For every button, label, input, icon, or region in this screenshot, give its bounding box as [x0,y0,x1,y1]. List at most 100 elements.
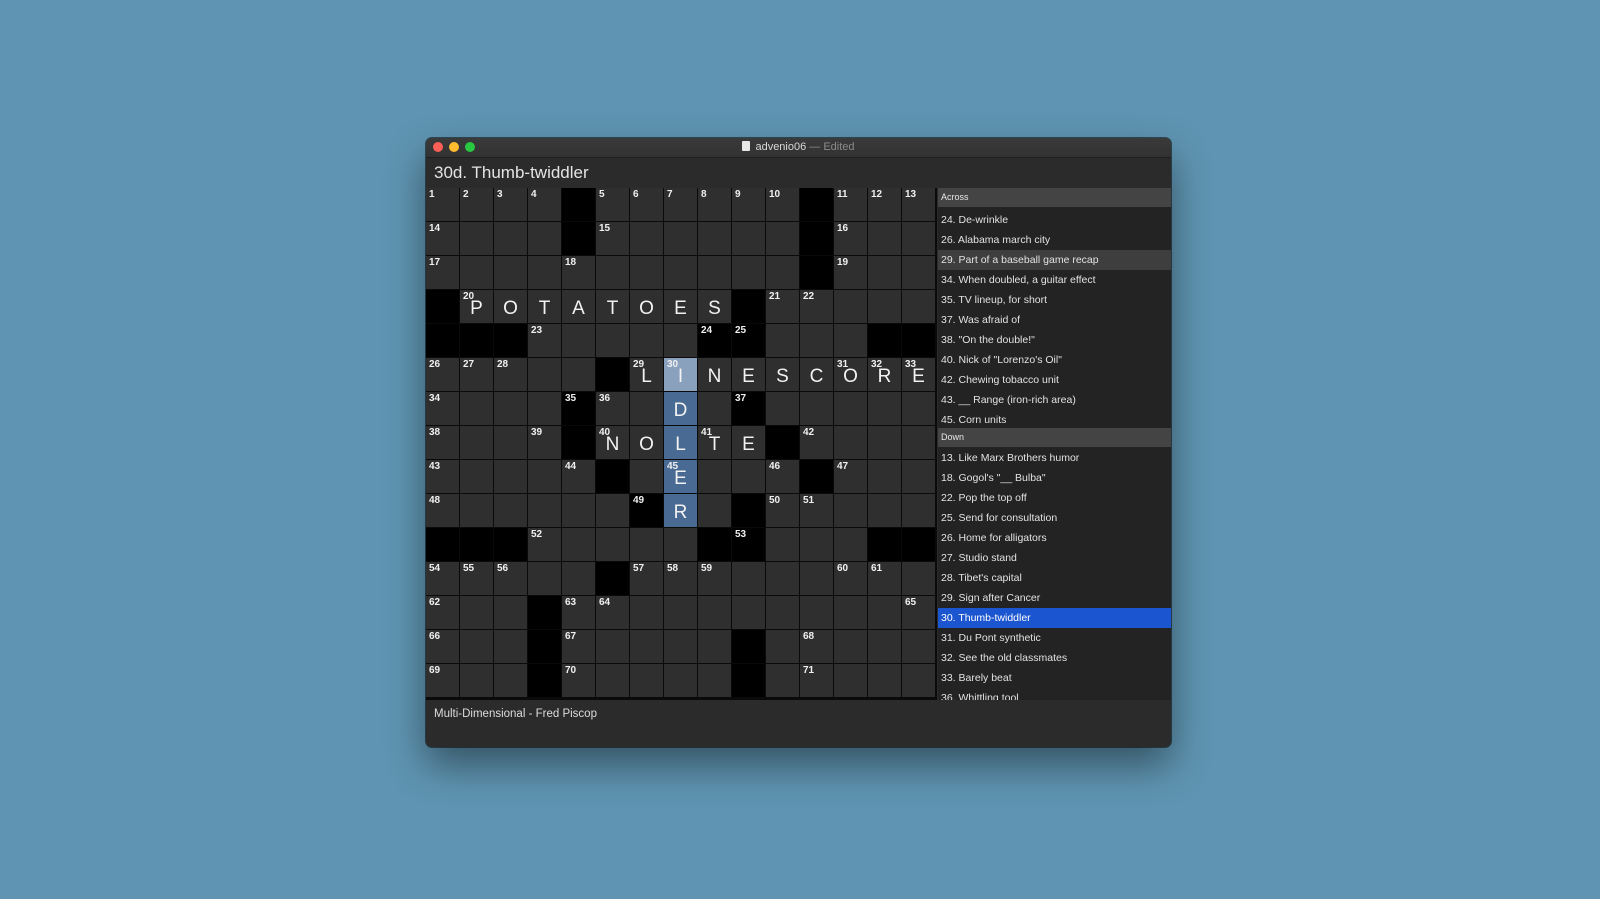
grid-cell[interactable]: 63 [562,596,595,629]
grid-cell[interactable] [902,256,935,289]
grid-cell[interactable] [902,392,935,425]
across-clue-item[interactable]: 45. Corn units [938,410,1171,430]
grid-cell[interactable]: 11 [834,188,867,221]
grid-cell[interactable]: 22 [800,290,833,323]
grid-cell[interactable] [460,392,493,425]
grid-cell[interactable]: 60 [834,562,867,595]
across-clue-item[interactable]: 26. Alabama march city [938,230,1171,250]
grid-cell[interactable] [460,426,493,459]
grid-cell[interactable] [868,222,901,255]
down-clue-item[interactable]: 18. Gogol's "__ Bulba" [938,468,1171,488]
grid-cell[interactable]: 12 [868,188,901,221]
across-clue-item[interactable]: 43. __ Range (iron-rich area) [938,390,1171,410]
grid-cell[interactable] [562,358,595,391]
grid-cell[interactable] [494,392,527,425]
grid-cell[interactable]: E [732,426,765,459]
grid-cell[interactable]: 64 [596,596,629,629]
grid-cell[interactable]: O [630,290,663,323]
grid-cell[interactable]: E [664,290,697,323]
grid-cell[interactable] [528,392,561,425]
across-clue-item[interactable]: 37. Was afraid of [938,310,1171,330]
grid-cell[interactable]: 30 I [664,358,697,391]
grid-cell[interactable] [698,664,731,697]
grid-cell[interactable] [732,222,765,255]
grid-cell[interactable] [630,528,663,561]
grid-cell[interactable] [562,494,595,527]
grid-cell[interactable]: 6 [630,188,663,221]
grid-cell[interactable] [630,460,663,493]
grid-cell[interactable] [596,630,629,663]
grid-cell[interactable] [664,664,697,697]
grid-cell[interactable]: 52 [528,528,561,561]
grid-cell[interactable] [834,324,867,357]
down-clue-item[interactable]: 28. Tibet's capital [938,568,1171,588]
grid-cell[interactable] [494,256,527,289]
grid-cell[interactable]: 29 L [630,358,663,391]
grid-cell[interactable]: 1 [426,188,459,221]
grid-cell[interactable]: 27 [460,358,493,391]
grid-cell[interactable] [596,324,629,357]
grid-cell[interactable]: 9 [732,188,765,221]
grid-cell[interactable] [868,460,901,493]
grid-cell[interactable] [664,596,697,629]
grid-cell[interactable]: 71 [800,664,833,697]
down-clue-item[interactable]: 25. Send for consultation [938,508,1171,528]
grid-cell[interactable] [460,256,493,289]
grid-cell[interactable] [868,596,901,629]
grid-cell[interactable] [902,664,935,697]
grid-cell[interactable]: 62 [426,596,459,629]
grid-cell[interactable] [494,664,527,697]
grid-cell[interactable] [766,562,799,595]
grid-cell[interactable]: 13 [902,188,935,221]
grid-cell[interactable] [834,426,867,459]
grid-cell[interactable] [698,630,731,663]
grid-cell[interactable]: 47 [834,460,867,493]
grid-cell[interactable] [494,460,527,493]
grid-cell[interactable]: 39 [528,426,561,459]
grid-cell[interactable] [460,596,493,629]
grid-cell[interactable]: 7 [664,188,697,221]
grid-cell[interactable] [868,664,901,697]
grid-cell[interactable] [528,358,561,391]
grid-cell[interactable] [460,494,493,527]
grid-cell[interactable]: T [596,290,629,323]
grid-cell[interactable]: 5 [596,188,629,221]
grid-cell[interactable]: 33 E [902,358,935,391]
grid-cell[interactable] [800,596,833,629]
across-clue-item[interactable]: 35. TV lineup, for short [938,290,1171,310]
grid-cell[interactable] [630,664,663,697]
grid-cell[interactable] [596,664,629,697]
grid-cell[interactable]: 54 [426,562,459,595]
across-clue-item[interactable]: 42. Chewing tobacco unit [938,370,1171,390]
down-clue-item[interactable]: 33. Barely beat [938,668,1171,688]
grid-cell[interactable] [766,596,799,629]
grid-cell[interactable] [902,494,935,527]
grid-cell[interactable]: T [528,290,561,323]
grid-cell[interactable] [800,392,833,425]
grid-cell[interactable] [698,256,731,289]
grid-cell[interactable] [596,528,629,561]
grid-cell[interactable] [494,630,527,663]
grid-cell[interactable] [494,494,527,527]
grid-cell[interactable] [834,664,867,697]
grid-cell[interactable] [902,290,935,323]
grid-cell[interactable]: R [664,494,697,527]
grid-cell[interactable] [766,392,799,425]
grid-cell[interactable]: 55 [460,562,493,595]
grid-cell[interactable] [766,256,799,289]
down-clue-item[interactable]: 26. Home for alligators [938,528,1171,548]
grid-cell[interactable] [528,494,561,527]
grid-cell[interactable] [766,630,799,663]
grid-cell[interactable] [562,528,595,561]
grid-cell[interactable]: 51 [800,494,833,527]
crossword-grid[interactable]: 1 2 3 4 5 6 7 8 9 10 11 12 13 14 15 16 17 18 19 20 P O T A T O E S 2… [426,188,937,700]
grid-cell[interactable]: 43 [426,460,459,493]
grid-cell[interactable] [528,256,561,289]
grid-cell[interactable]: 23 [528,324,561,357]
grid-cell[interactable]: 8 [698,188,731,221]
grid-cell[interactable]: S [698,290,731,323]
across-clue-item[interactable]: 34. When doubled, a guitar effect [938,270,1171,290]
grid-cell[interactable]: 32 R [868,358,901,391]
grid-cell[interactable]: 41 T [698,426,731,459]
grid-cell[interactable]: 48 [426,494,459,527]
